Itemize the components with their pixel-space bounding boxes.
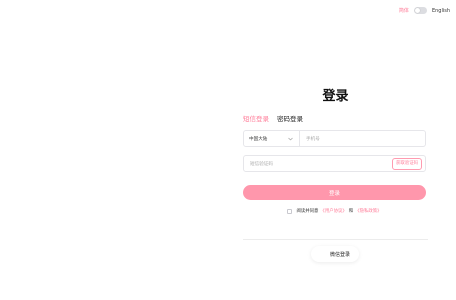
privacy-policy-link[interactable]: 《隐私政策》 — [355, 208, 381, 214]
phone-input[interactable]: 手机号 — [300, 130, 426, 147]
login-tabs: 短信登录 密码登录 — [243, 113, 426, 123]
user-agreement-link[interactable]: 《用户协议》 — [320, 208, 346, 214]
phone-placeholder: 手机号 — [306, 136, 320, 142]
toggle-knob — [414, 8, 420, 13]
lang-chinese-label[interactable]: 简体 — [399, 7, 409, 14]
sms-code-field[interactable]: 短信验证码 获取验证码 — [243, 155, 426, 172]
region-value: 中国大陆 — [249, 136, 268, 142]
tab-password-login[interactable]: 密码登录 — [277, 113, 303, 123]
sms-code-placeholder: 短信验证码 — [250, 161, 273, 167]
login-panel: 登录 短信登录 密码登录 中国大陆 手机号 短信验证码 获取验证码 登录 阅读并… — [243, 88, 426, 214]
language-switch: 简体 English — [399, 7, 450, 14]
wechat-login-button[interactable]: 微信登录 — [311, 246, 359, 262]
login-button[interactable]: 登录 — [243, 185, 426, 200]
wechat-login-label: 微信登录 — [329, 251, 350, 258]
get-code-button[interactable]: 获取验证码 — [392, 157, 422, 170]
agreement-row: 阅读并同意 《用户协议》 和 《隐私政策》 — [243, 208, 426, 214]
region-select[interactable]: 中国大陆 — [243, 130, 300, 147]
wechat-icon — [319, 251, 327, 257]
lang-english-label[interactable]: English — [432, 8, 450, 14]
chevron-down-icon — [287, 135, 294, 142]
divider — [243, 239, 428, 240]
agreement-and: 和 — [348, 209, 354, 214]
language-toggle[interactable] — [413, 7, 427, 14]
agreement-prefix: 阅读并同意 — [296, 209, 319, 214]
tab-sms-login[interactable]: 短信登录 — [243, 113, 269, 123]
page-title: 登录 — [322, 89, 349, 104]
agreement-checkbox[interactable] — [287, 208, 293, 214]
phone-row: 中国大陆 手机号 — [243, 130, 426, 147]
